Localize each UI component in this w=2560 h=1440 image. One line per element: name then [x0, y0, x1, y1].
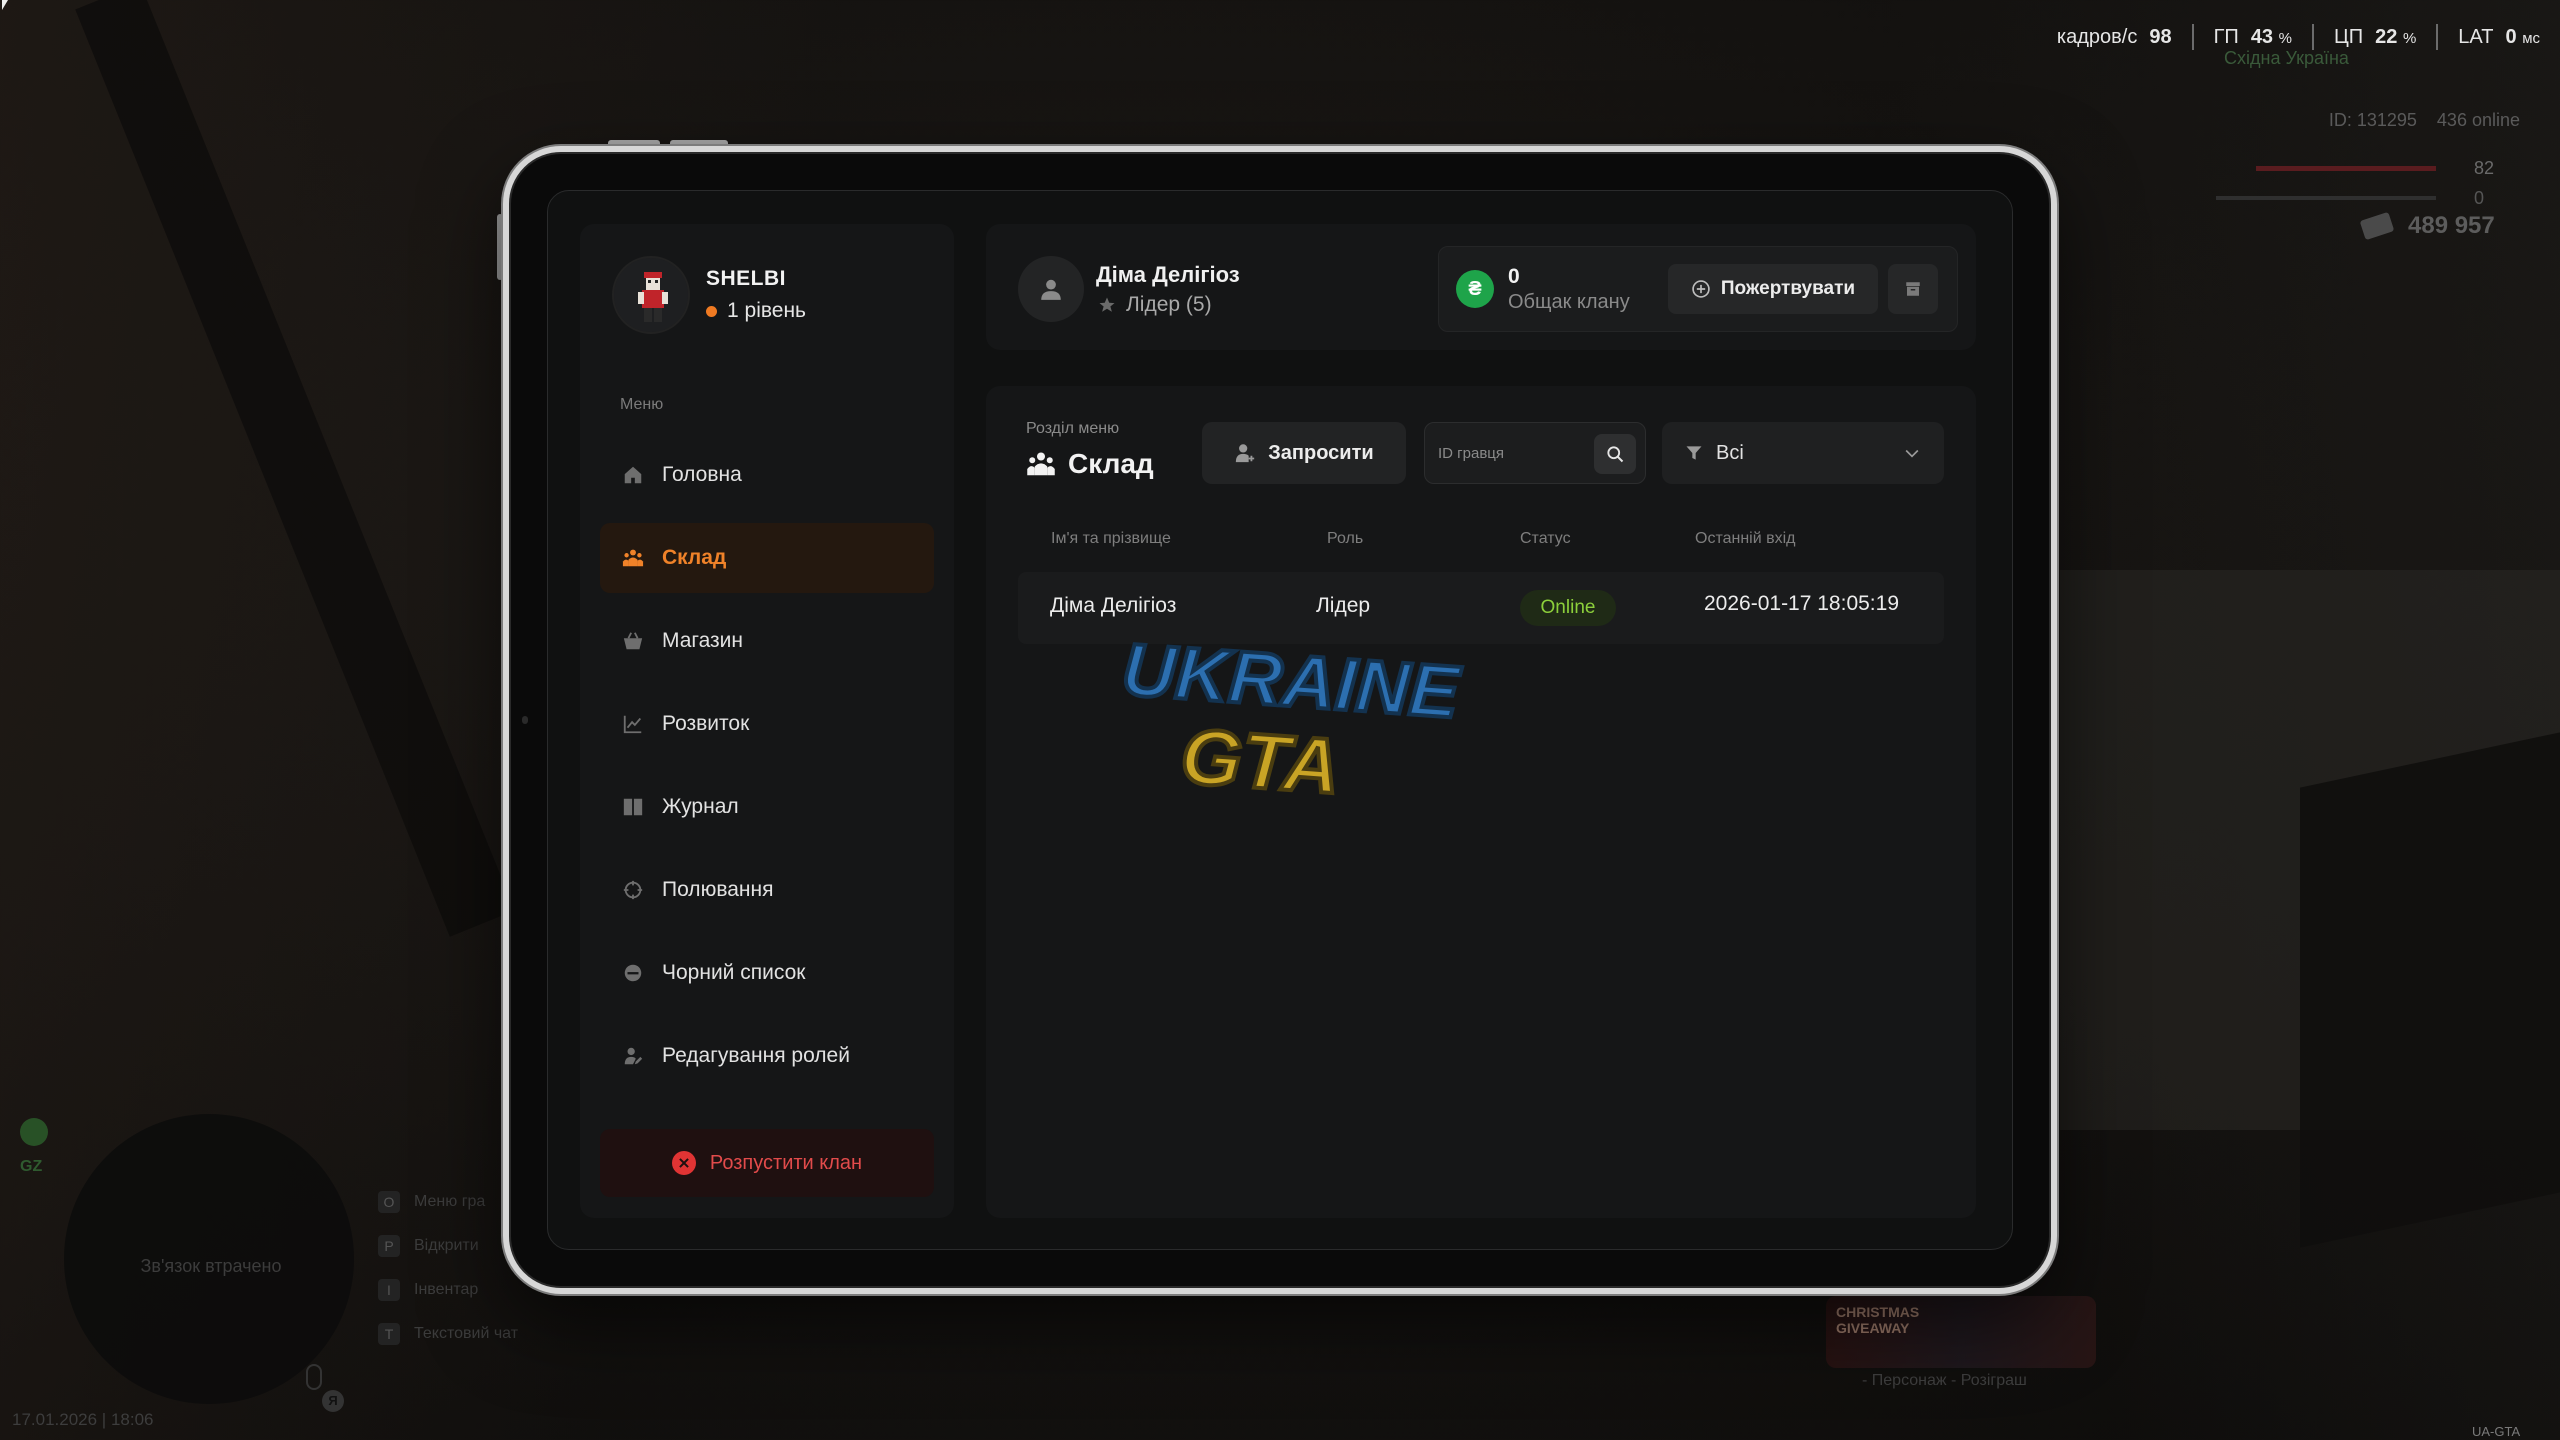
star-icon: [1099, 297, 1115, 312]
add-user-icon: [1236, 444, 1255, 463]
sidebar-item-development[interactable]: Розвиток: [600, 689, 934, 759]
hotkey-item: I Інвентар: [378, 1268, 518, 1312]
member-name-cell: Діма Делігіоз: [1050, 594, 1177, 617]
page-title: Склад: [1026, 448, 1154, 480]
hotkey-item: O Меню гра: [378, 1180, 518, 1224]
status-badge: Online: [1520, 590, 1616, 626]
column-header-role: Роль: [1327, 530, 1364, 547]
cpu-stat: ЦП 22 %: [2333, 25, 2417, 48]
filter-icon: [1686, 446, 1702, 460]
search-icon: [1607, 446, 1624, 463]
column-header-last-login: Останній вхід: [1695, 530, 1796, 547]
section-caption: Розділ меню: [1026, 420, 1120, 437]
giveaway-title: CHRISTMAS GIVEAWAY: [1836, 1304, 1920, 1336]
member-name: Діма Делігіоз: [1096, 262, 1240, 287]
sidebar-item-blacklist[interactable]: Чорний список: [600, 938, 934, 1008]
last-login-cell: 2026-01-17 18:05:19: [1704, 592, 1899, 615]
sidebar-item-home[interactable]: Головна: [600, 440, 934, 510]
member-role-cell: Лідер: [1316, 594, 1371, 617]
hotkey-item: P Відкрити: [378, 1224, 518, 1268]
sidebar-item-journal[interactable]: Журнал: [600, 772, 934, 842]
bank-history-button[interactable]: [1888, 264, 1938, 314]
region-label: Східна Україна: [2224, 48, 2349, 68]
svg-text:GTA: GTA: [1178, 712, 1343, 808]
avatar: [612, 256, 690, 334]
player-id-search-input[interactable]: [1438, 438, 1588, 468]
user-icon: [1041, 279, 1061, 300]
plus-circle-icon: [1692, 280, 1710, 298]
player-info: ID: 131295 436 online: [2329, 110, 2520, 131]
minimap-status: Зв'язок втрачено: [140, 1256, 282, 1276]
date-time: 17.01.2026 | 18:06: [12, 1410, 154, 1429]
profile-name: SHELBI: [706, 267, 787, 290]
voice-key-badge: Я: [322, 1390, 344, 1412]
separator: [2311, 24, 2314, 50]
heart-icon: [20, 1118, 48, 1146]
mouse-cursor-icon: [2, 0, 8, 10]
hryvnia-coin-icon: ₴: [1456, 270, 1494, 308]
donate-button[interactable]: Пожертвувати: [1668, 264, 1878, 314]
player-id: ID: 131295: [2328, 110, 2417, 130]
people-icon: [1027, 452, 1055, 476]
member-avatar: [1018, 256, 1084, 322]
book-icon: [622, 796, 644, 818]
hotkey-list: O Меню гра P Відкрити I Інвентар T Текстовий…: [378, 1180, 518, 1356]
health-bar: [2256, 166, 2436, 171]
tablet-camera: [522, 716, 528, 724]
giveaway-caption: - Персонаж - Розіграш: [1862, 1372, 2027, 1389]
latency-stat: LAT 0 мс: [2458, 25, 2540, 48]
money-value: 489 957: [2408, 212, 2495, 239]
profile-level: 1 рівень: [706, 299, 806, 323]
block-icon: [622, 962, 644, 984]
menu-caption: Меню: [620, 396, 664, 413]
hotkey-item: T Текстовий чат: [378, 1312, 518, 1356]
sidebar-nav: Головна Склад Магазин Розвиток Журнал По…: [600, 440, 934, 1104]
microphone-icon: [306, 1364, 322, 1390]
archive-icon: [1906, 282, 1920, 296]
armor-value: 0: [2474, 188, 2485, 208]
gpu-stat: ГП 43 %: [2213, 25, 2292, 48]
chart-icon: [622, 713, 644, 735]
bank-value: 0: [1508, 265, 1520, 288]
sidebar-item-hunting[interactable]: Полювання: [600, 855, 934, 925]
member-role: Лідер (5): [1098, 293, 1212, 317]
performance-overlay: кадров/с 98 ГП 43 % ЦП 22 % LAT 0 мс: [2057, 24, 2540, 50]
shop-basket-icon: [622, 630, 644, 652]
separator: [2436, 24, 2439, 50]
level-dot-icon: [706, 305, 717, 317]
ukraine-gta-logo: UKRAINE GTA: [1117, 628, 1466, 808]
health-value: 82: [2474, 158, 2495, 178]
sidebar-item-shop[interactable]: Магазин: [600, 606, 934, 676]
crosshair-icon: [622, 879, 644, 901]
svg-text:UKRAINE: UKRAINE: [1119, 628, 1464, 734]
zone-label: GZ: [20, 1158, 43, 1175]
sidebar-item-edit-roles[interactable]: Редагування ролей: [600, 1021, 934, 1091]
separator: [2191, 24, 2194, 50]
bank-label: Общак клану: [1508, 291, 1630, 313]
background-box: [2300, 732, 2560, 1248]
version-label: UA-GTA 3.5 99: [2472, 1424, 2520, 1440]
home-icon: [622, 464, 644, 486]
sidebar-item-warehouse[interactable]: Склад: [600, 523, 934, 593]
status-filter-dropdown[interactable]: Всі: [1662, 422, 1944, 484]
user-edit-icon: [622, 1045, 644, 1067]
search-button[interactable]: [1594, 434, 1636, 474]
invite-button[interactable]: Запросити: [1202, 422, 1406, 484]
fps-stat: кадров/с 98: [2056, 25, 2172, 48]
people-icon: [622, 547, 644, 569]
column-header-name: Ім'я та прізвище: [1051, 530, 1171, 547]
disband-clan-button[interactable]: Розпустити клан: [600, 1129, 934, 1197]
chevron-down-icon: [1905, 449, 1919, 458]
online-count: 436 online: [2436, 110, 2520, 130]
column-header-status: Статус: [1520, 530, 1571, 547]
armor-bar: [2216, 196, 2436, 200]
close-circle-icon: [671, 1151, 696, 1175]
